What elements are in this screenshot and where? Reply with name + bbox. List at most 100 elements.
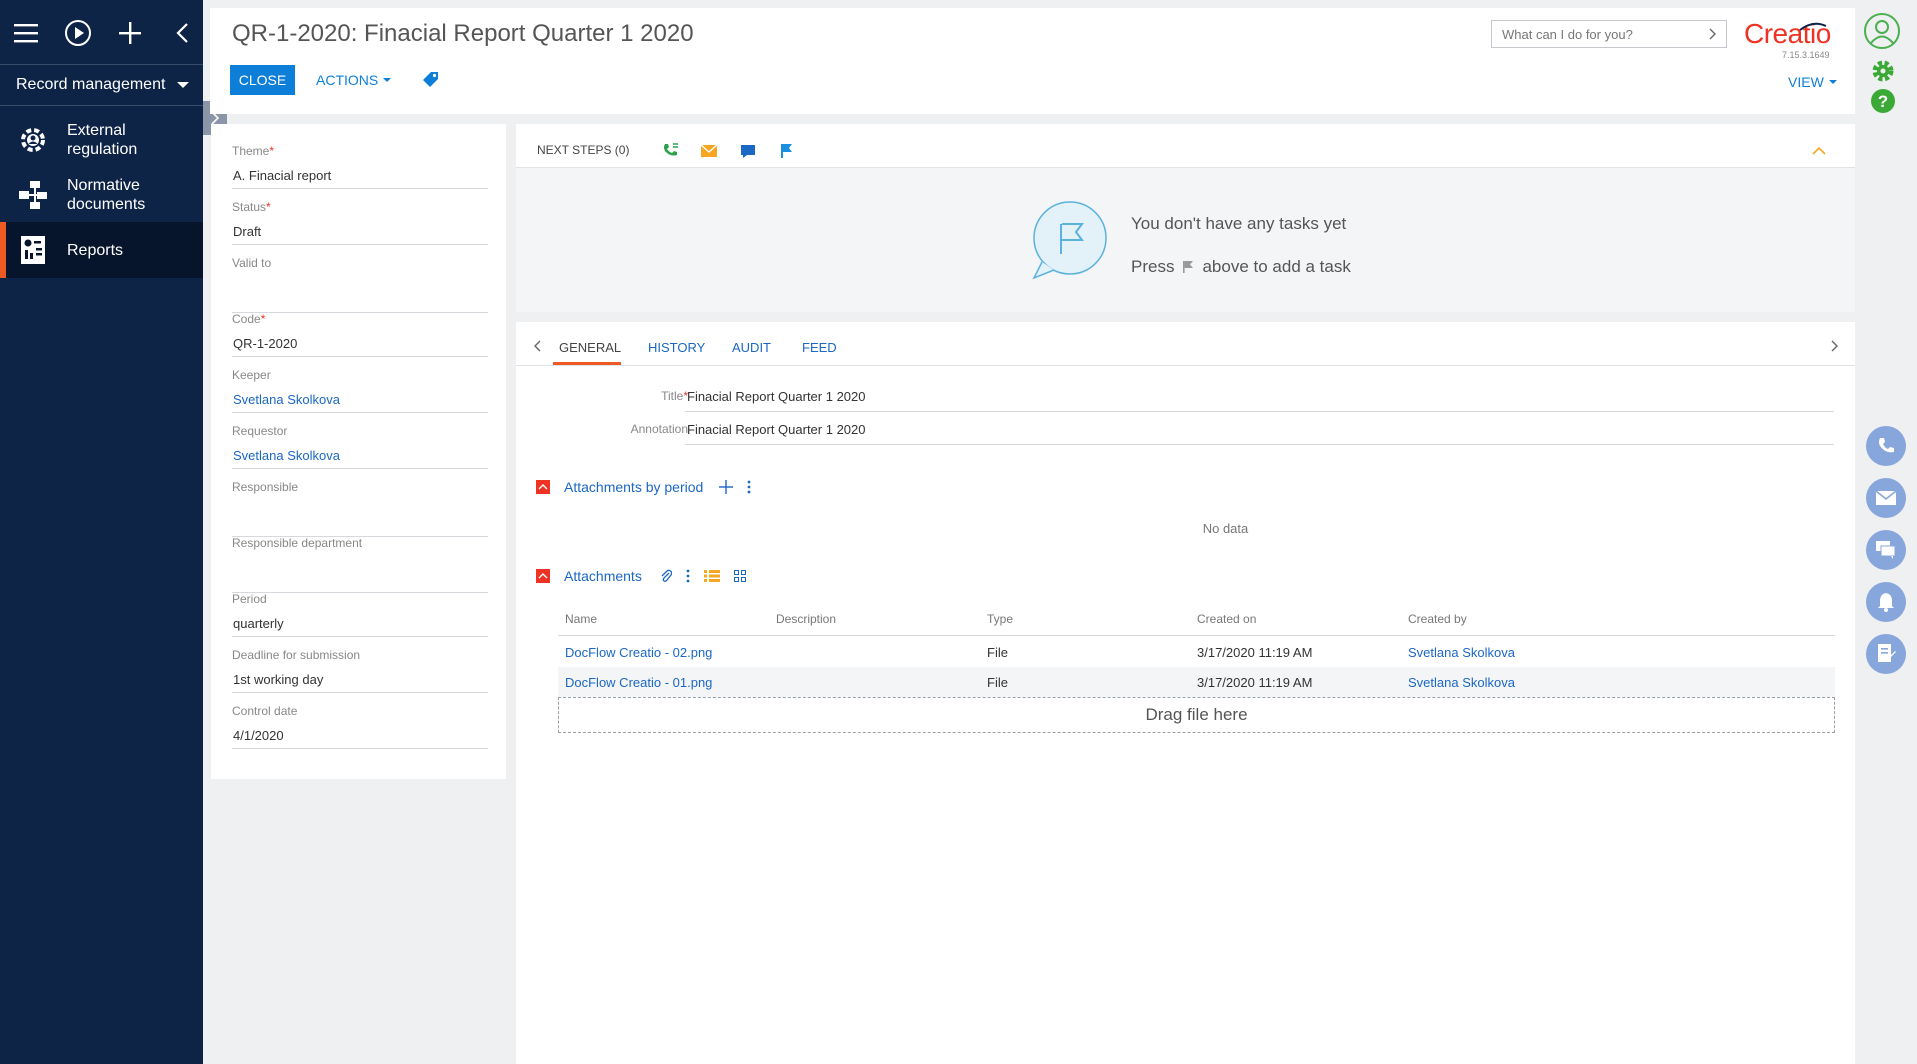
workplace-selector[interactable]: Record management — [0, 64, 203, 106]
chevron-right-icon — [1709, 28, 1716, 40]
paperclip-icon[interactable] — [660, 569, 672, 583]
tab-history[interactable]: HISTORY — [648, 340, 705, 355]
play-process-icon[interactable] — [61, 18, 95, 48]
collapse-group-icon[interactable] — [536, 569, 550, 583]
active-tab-indicator — [553, 362, 621, 365]
collapse-sidebar-icon[interactable] — [165, 18, 199, 48]
add-icon[interactable] — [719, 480, 734, 494]
valid-to-field[interactable]: Valid to — [232, 256, 488, 313]
deadline-field[interactable]: Deadline for submission 1st working day — [232, 648, 488, 693]
table-row[interactable]: DocFlow Creatio - 02.png File 3/17/2020 … — [558, 637, 1835, 667]
tag-icon[interactable] — [422, 70, 442, 90]
attachments-by-period-title[interactable]: Attachments by period — [564, 479, 703, 495]
chevron-left-icon[interactable] — [533, 340, 541, 352]
external-regulation-icon — [16, 123, 50, 157]
period-field[interactable]: Period quarterly — [232, 592, 488, 637]
chevron-up-icon[interactable] — [1812, 147, 1826, 155]
attachments-header: Attachments — [536, 568, 746, 584]
field-label: Keeper — [232, 368, 271, 382]
column-header-created-on[interactable]: Created on — [1197, 612, 1256, 626]
field-value: Draft — [233, 224, 262, 239]
settings-gear-icon[interactable] — [1870, 58, 1896, 84]
search-placeholder: What can I do for you? — [1502, 26, 1633, 42]
requestor-link[interactable]: Svetlana Skolkova — [233, 448, 340, 463]
column-header-description[interactable]: Description — [776, 612, 836, 626]
hint-after: above to add a task — [1202, 257, 1351, 276]
record-fields-panel: Theme* A. Finacial report Status* Draft … — [211, 124, 506, 779]
call-icon[interactable] — [662, 142, 680, 160]
page-header: QR-1-2020: Finacial Report Quarter 1 202… — [210, 8, 1855, 114]
responsible-field[interactable]: Responsible — [232, 480, 488, 537]
sidebar-item-normative-documents[interactable]: Normative documents — [0, 167, 203, 223]
sidebar-item-label: Normative documents — [67, 177, 146, 213]
sidebar-item-external-regulation[interactable]: External regulation — [0, 112, 203, 168]
keeper-link[interactable]: Svetlana Skolkova — [233, 392, 340, 407]
table-row[interactable]: DocFlow Creatio - 01.png File 3/17/2020 … — [558, 667, 1835, 697]
close-button[interactable]: CLOSE — [230, 65, 295, 95]
field-label: Requestor — [232, 424, 288, 438]
field-value: A. Finacial report — [233, 168, 332, 183]
tab-general[interactable]: GENERAL — [559, 340, 621, 355]
next-steps-panel: NEXT STEPS (0) You don't have any tasks … — [516, 124, 1855, 312]
tab-feed[interactable]: FEED — [802, 340, 837, 355]
chevron-down-icon — [1828, 80, 1837, 84]
attachments-title[interactable]: Attachments — [564, 568, 642, 584]
annotation-value: Finacial Report Quarter 1 2020 — [687, 422, 866, 437]
field-value: quarterly — [233, 616, 284, 631]
chevron-right-icon[interactable] — [1831, 340, 1839, 352]
list-view-icon[interactable] — [703, 570, 720, 582]
add-icon[interactable] — [113, 18, 147, 48]
more-options-icon[interactable] — [747, 480, 751, 494]
view-button[interactable]: VIEW — [1788, 74, 1837, 90]
reports-icon — [16, 233, 50, 267]
control-date-field[interactable]: Control date 4/1/2020 — [232, 704, 488, 749]
notification-bell-icon[interactable] — [1866, 582, 1906, 622]
profile-icon[interactable] — [1863, 12, 1901, 50]
file-name-link[interactable]: DocFlow Creatio - 02.png — [565, 645, 712, 660]
sidebar-item-reports[interactable]: Reports — [0, 222, 203, 278]
file-dropzone[interactable]: Drag file here — [558, 697, 1835, 733]
document-sign-icon[interactable] — [1866, 634, 1906, 674]
workplace-label: Record management — [16, 76, 166, 93]
title-value: Finacial Report Quarter 1 2020 — [687, 389, 866, 404]
menu-icon[interactable] — [9, 18, 43, 48]
theme-field[interactable]: Theme* A. Finacial report — [232, 144, 488, 189]
collapse-group-icon[interactable] — [536, 480, 550, 494]
chevron-down-icon — [383, 78, 392, 82]
code-field[interactable]: Code* QR-1-2020 — [232, 312, 488, 357]
comment-icon[interactable] — [739, 142, 757, 160]
tab-audit[interactable]: AUDIT — [732, 340, 771, 355]
help-icon[interactable]: ? — [1870, 88, 1896, 114]
column-header-name[interactable]: Name — [565, 612, 597, 626]
field-label: Control date — [232, 704, 298, 718]
status-field[interactable]: Status* Draft — [232, 200, 488, 245]
column-header-type[interactable]: Type — [987, 612, 1013, 626]
command-search-input[interactable]: What can I do for you? — [1491, 20, 1727, 48]
next-steps-header: NEXT STEPS (0) — [516, 124, 1855, 168]
chevron-down-icon — [177, 82, 190, 88]
field-value: QR-1-2020 — [233, 336, 298, 351]
svg-text:?: ? — [1878, 92, 1888, 111]
created-by-link[interactable]: Svetlana Skolkova — [1408, 675, 1515, 690]
tile-view-icon[interactable] — [733, 570, 746, 582]
created-by-link[interactable]: Svetlana Skolkova — [1408, 645, 1515, 660]
hint-press: Press — [1131, 257, 1175, 276]
column-header-created-by[interactable]: Created by — [1408, 612, 1467, 626]
add-task-flag-icon[interactable] — [778, 142, 796, 160]
responsible-department-field[interactable]: Responsible department — [232, 536, 488, 593]
normative-documents-icon — [16, 178, 50, 212]
phone-icon[interactable] — [1866, 426, 1906, 466]
next-steps-label[interactable]: NEXT STEPS (0) — [537, 143, 629, 157]
flag-icon — [1183, 261, 1194, 273]
email-task-icon[interactable] — [700, 142, 718, 160]
requestor-field[interactable]: Requestor Svetlana Skolkova — [232, 424, 488, 469]
right-communication-panel: ? — [1855, 0, 1917, 1064]
keeper-field[interactable]: Keeper Svetlana Skolkova — [232, 368, 488, 413]
actions-button[interactable]: ACTIONS — [316, 65, 392, 95]
empty-tasks-flag-icon — [1032, 201, 1107, 280]
version-label: 7.15.3.1649 — [1782, 50, 1830, 60]
chat-icon[interactable] — [1866, 530, 1906, 570]
more-options-icon[interactable] — [686, 569, 690, 583]
email-icon[interactable] — [1866, 478, 1906, 518]
file-name-link[interactable]: DocFlow Creatio - 01.png — [565, 675, 712, 690]
